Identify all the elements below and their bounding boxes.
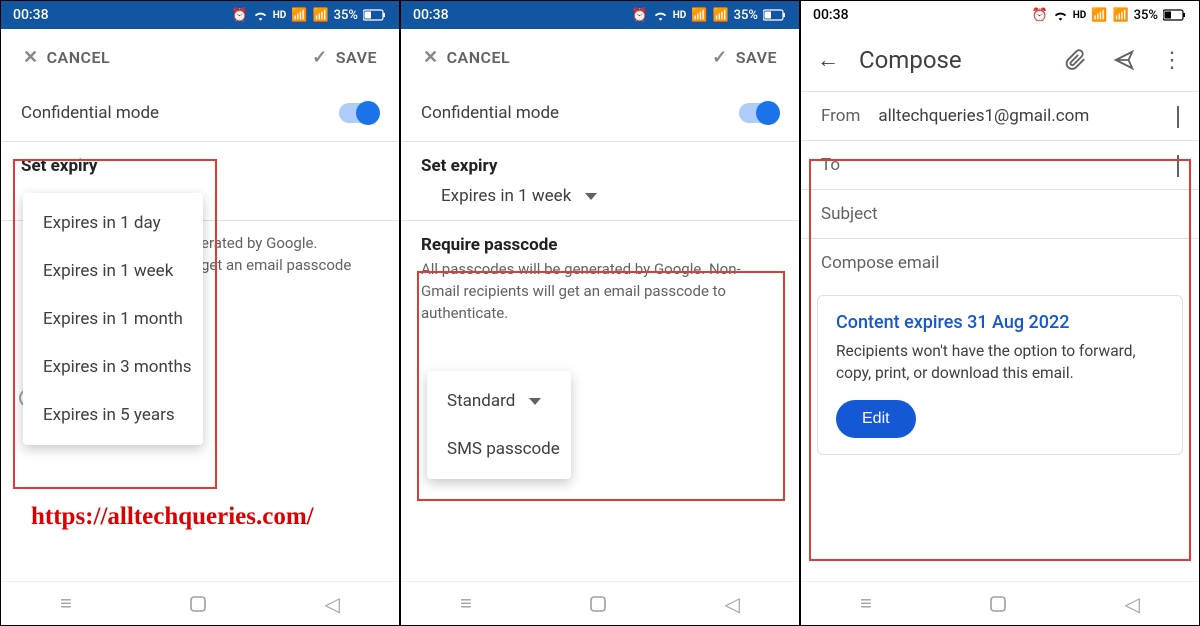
passcode-option-standard[interactable]: Standard bbox=[427, 377, 571, 425]
alarm-icon: ⏰ bbox=[632, 8, 648, 23]
confidential-expires-desc: Recipients won't have the option to forw… bbox=[836, 341, 1164, 384]
battery-icon bbox=[363, 9, 387, 21]
from-value: alltechqueries1@gmail.com bbox=[878, 106, 1089, 126]
nav-home-icon[interactable] bbox=[990, 596, 1006, 612]
status-time: 00:38 bbox=[413, 7, 449, 23]
expiry-option-1week[interactable]: Expires in 1 week bbox=[23, 247, 203, 295]
nav-bar: ≡ ◁ bbox=[1, 581, 399, 625]
phone-screenshot-2: 00:38 ⏰ HD 📶 📶 35% ✕ CANCEL ✓ SAVE Confi… bbox=[400, 0, 800, 626]
confidential-mode-row: Confidential mode bbox=[401, 85, 799, 141]
status-bar: 00:38 ⏰ HD 📶 📶 35% bbox=[801, 1, 1199, 29]
close-icon: ✕ bbox=[423, 47, 439, 68]
chevron-down-icon bbox=[1177, 155, 1179, 175]
confidential-mode-row: Confidential mode bbox=[1, 85, 399, 141]
set-expiry-title: Set expiry bbox=[1, 142, 399, 180]
nav-recent-icon[interactable]: ≡ bbox=[60, 591, 72, 616]
set-expiry-title: Set expiry bbox=[401, 142, 799, 180]
confidential-info-box: Content expires 31 Aug 2022 Recipients w… bbox=[817, 295, 1183, 455]
send-icon[interactable] bbox=[1113, 49, 1135, 71]
more-icon[interactable]: ⋮ bbox=[1161, 48, 1183, 73]
passcode-menu: Standard SMS passcode bbox=[427, 371, 571, 479]
to-label: To bbox=[821, 155, 840, 175]
body-row[interactable]: Compose email bbox=[801, 239, 1199, 287]
to-row[interactable]: To bbox=[801, 141, 1199, 189]
check-icon: ✓ bbox=[712, 47, 728, 68]
signal-icon-2: 📶 bbox=[1112, 8, 1128, 23]
expiry-menu: Expires in 1 day Expires in 1 week Expir… bbox=[23, 193, 203, 445]
signal-icon: 📶 bbox=[1091, 8, 1107, 23]
alarm-icon: ⏰ bbox=[1032, 8, 1048, 23]
passcode-description: All passcodes will be generated by Googl… bbox=[401, 259, 799, 336]
confidential-label: Confidential mode bbox=[21, 103, 159, 123]
expiry-dropdown[interactable]: Expires in 1 week bbox=[401, 180, 799, 220]
edit-button[interactable]: Edit bbox=[836, 400, 916, 438]
expiry-option-3months[interactable]: Expires in 3 months bbox=[23, 343, 203, 391]
cancel-button[interactable]: ✕ CANCEL bbox=[23, 47, 110, 68]
caret-down-icon bbox=[529, 398, 541, 405]
caret-down-icon bbox=[585, 193, 597, 200]
close-icon: ✕ bbox=[23, 47, 39, 68]
nav-home-icon[interactable] bbox=[590, 596, 606, 612]
phone-screenshot-1: 00:38 ⏰ HD 📶 📶 35% ✕ CANCEL ✓ SAVE Confi… bbox=[0, 0, 400, 626]
status-time: 00:38 bbox=[13, 7, 49, 23]
from-label: From bbox=[821, 106, 860, 126]
compose-title: Compose bbox=[859, 46, 1045, 74]
passcode-title: Require passcode bbox=[401, 221, 799, 259]
expiry-option-1day[interactable]: Expires in 1 day bbox=[23, 199, 203, 247]
nav-back-icon[interactable]: ◁ bbox=[1124, 592, 1139, 616]
status-bar: 00:38 ⏰ HD 📶 📶 35% bbox=[1, 1, 399, 29]
status-icons: ⏰ HD 📶 📶 35% bbox=[232, 8, 387, 23]
wifi-icon bbox=[653, 9, 668, 21]
expiry-option-5years[interactable]: Expires in 5 years bbox=[23, 391, 203, 439]
status-time: 00:38 bbox=[813, 7, 849, 23]
cancel-button[interactable]: ✕ CANCEL bbox=[423, 47, 510, 68]
battery-text: 35% bbox=[334, 8, 358, 23]
volte-icon: HD bbox=[273, 10, 287, 21]
signal-icon-2: 📶 bbox=[312, 8, 328, 23]
confidential-toggle[interactable] bbox=[739, 103, 779, 123]
status-icons: ⏰ HD 📶 📶 35% bbox=[632, 8, 787, 23]
body-placeholder: Compose email bbox=[821, 253, 939, 273]
watermark-url: https://alltechqueries.com/ bbox=[31, 503, 314, 531]
save-button[interactable]: ✓ SAVE bbox=[312, 47, 377, 68]
battery-icon bbox=[763, 9, 787, 21]
signal-icon: 📶 bbox=[291, 8, 307, 23]
subject-row[interactable]: Subject bbox=[801, 190, 1199, 238]
status-bar: 00:38 ⏰ HD 📶 📶 35% bbox=[401, 1, 799, 29]
save-button[interactable]: ✓ SAVE bbox=[712, 47, 777, 68]
passcode-option-sms[interactable]: SMS passcode bbox=[427, 425, 571, 473]
back-icon[interactable]: ← bbox=[817, 47, 839, 73]
compose-header: ← Compose ⋮ bbox=[801, 29, 1199, 91]
check-icon: ✓ bbox=[312, 47, 328, 68]
from-row[interactable]: From alltechqueries1@gmail.com bbox=[801, 92, 1199, 140]
nav-bar: ≡ ◁ bbox=[401, 581, 799, 625]
battery-text: 35% bbox=[1134, 8, 1158, 23]
action-bar: ✕ CANCEL ✓ SAVE bbox=[401, 29, 799, 85]
battery-icon bbox=[1163, 9, 1187, 21]
volte-icon: HD bbox=[673, 10, 687, 21]
confidential-label: Confidential mode bbox=[421, 103, 559, 123]
confidential-toggle[interactable] bbox=[339, 103, 379, 123]
status-icons: ⏰ HD 📶 📶 35% bbox=[1032, 8, 1187, 23]
subject-placeholder: Subject bbox=[821, 204, 878, 224]
confidential-expires-title: Content expires 31 Aug 2022 bbox=[836, 312, 1164, 333]
nav-recent-icon[interactable]: ≡ bbox=[860, 591, 872, 616]
nav-back-icon[interactable]: ◁ bbox=[324, 592, 339, 616]
signal-icon-2: 📶 bbox=[712, 8, 728, 23]
nav-back-icon[interactable]: ◁ bbox=[724, 592, 739, 616]
nav-home-icon[interactable] bbox=[190, 596, 206, 612]
wifi-icon bbox=[253, 9, 268, 21]
chevron-down-icon bbox=[1177, 106, 1179, 126]
nav-bar: ≡ ◁ bbox=[801, 581, 1199, 625]
action-bar: ✕ CANCEL ✓ SAVE bbox=[1, 29, 399, 85]
phone-screenshot-3: 00:38 ⏰ HD 📶 📶 35% ← Compose ⋮ From allt… bbox=[800, 0, 1200, 626]
battery-text: 35% bbox=[734, 8, 758, 23]
wifi-icon bbox=[1053, 9, 1068, 21]
nav-recent-icon[interactable]: ≡ bbox=[460, 591, 472, 616]
expiry-option-1month[interactable]: Expires in 1 month bbox=[23, 295, 203, 343]
attach-icon[interactable] bbox=[1065, 49, 1087, 71]
signal-icon: 📶 bbox=[691, 8, 707, 23]
volte-icon: HD bbox=[1073, 10, 1087, 21]
alarm-icon: ⏰ bbox=[232, 8, 248, 23]
